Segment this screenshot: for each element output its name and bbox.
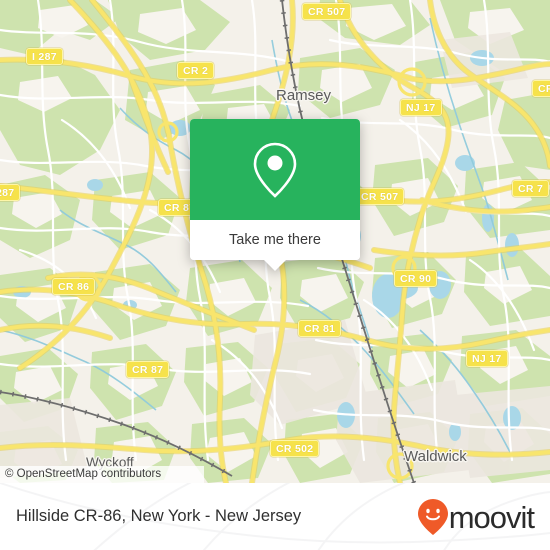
place-label: Ramsey bbox=[276, 87, 332, 104]
moovit-smiley-pin-icon bbox=[417, 498, 448, 535]
popup-image-area bbox=[190, 119, 360, 220]
road-shield: CR 81 bbox=[298, 320, 342, 337]
map-pin-icon bbox=[253, 142, 297, 198]
map-viewport[interactable]: CR 507 I 287 CR 2 NJ 17 CR 2 287 CR 87 CR 507 CR… bbox=[0, 0, 550, 483]
road-shield: NJ 17 bbox=[466, 350, 508, 367]
page-title-text: Hillside CR-86, New York - New Jersey bbox=[16, 507, 302, 525]
moovit-wordmark: moovit bbox=[448, 500, 535, 535]
popup-body: Take me there bbox=[190, 119, 360, 260]
road-shield: CR 2 bbox=[177, 62, 215, 79]
moovit-logo[interactable]: moovit bbox=[417, 483, 535, 550]
take-me-there-button[interactable]: Take me there bbox=[190, 220, 360, 260]
road-shield: CR 90 bbox=[394, 270, 438, 287]
page-title: Hillside CR-86, New York - New Jersey bbox=[16, 483, 301, 550]
road-shield: CR 2 bbox=[532, 80, 550, 97]
road-shield: CR 502 bbox=[270, 440, 320, 457]
road-shield: NJ 17 bbox=[400, 99, 442, 116]
road-shield: CR 507 bbox=[355, 188, 405, 205]
moovit-map-screenshot: CR 507 I 287 CR 2 NJ 17 CR 2 287 CR 87 CR 507 CR… bbox=[0, 0, 550, 550]
popup-tail bbox=[264, 260, 286, 271]
road-shield: CR 7 bbox=[512, 180, 550, 197]
road-shield: 287 bbox=[0, 184, 21, 201]
road-shield: I 287 bbox=[26, 48, 63, 65]
attribution-text: © OpenStreetMap contributors bbox=[5, 468, 162, 480]
take-me-there-label: Take me there bbox=[229, 232, 321, 248]
road-shield: CR 86 bbox=[52, 278, 96, 295]
road-shield: CR 507 bbox=[302, 3, 352, 20]
footer-bar: Hillside CR-86, New York - New Jersey mo… bbox=[0, 483, 550, 550]
road-shield: CR 87 bbox=[126, 361, 170, 378]
location-popup[interactable]: Take me there bbox=[190, 119, 360, 271]
osm-attribution[interactable]: © OpenStreetMap contributors bbox=[0, 466, 204, 483]
place-label: Waldwick bbox=[404, 448, 467, 465]
